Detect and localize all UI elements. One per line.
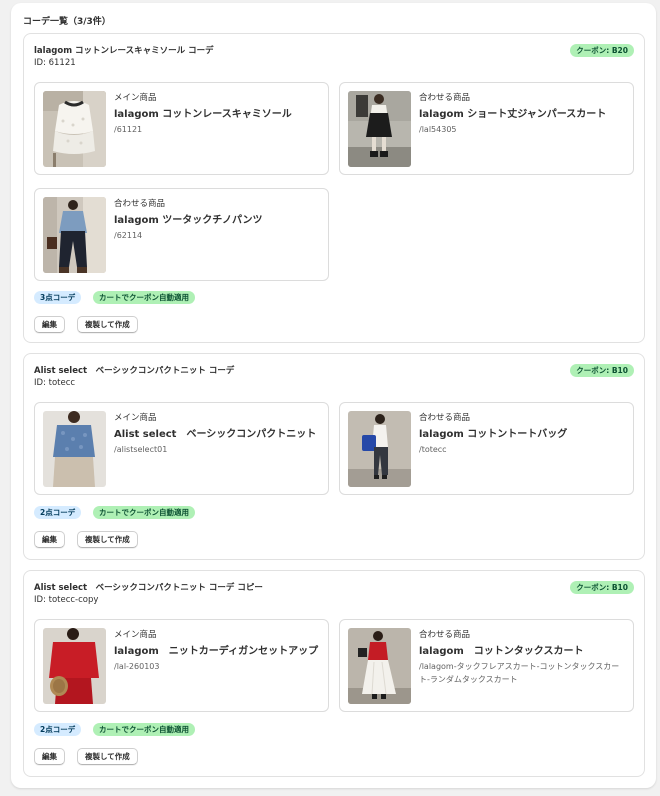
product-name: lalagom ニットカーディガンセットアップ	[114, 646, 319, 657]
duplicate-button[interactable]: 複製して作成	[77, 748, 138, 765]
coupon-auto-badge: カートでクーポン自動適用	[93, 723, 195, 736]
edit-button[interactable]: 編集	[34, 316, 65, 333]
duplicate-button[interactable]: 複製して作成	[77, 316, 138, 333]
product-handle: /61121	[114, 125, 143, 134]
product-role: 合わせる商品	[419, 93, 471, 103]
card-title: Alist select ベーシックコンパクトニット コーデ	[34, 366, 235, 376]
coordinate-card: Alist select ベーシックコンパクトニット コーデ コピー ID: t…	[23, 570, 645, 777]
product-card-pair[interactable]: 合わせる商品 lalagom コットントートバッグ /totecc	[339, 402, 634, 495]
item-count-badge: 2点コーデ	[34, 723, 82, 736]
card-id: ID: totecc-copy	[34, 595, 99, 605]
product-role: 合わせる商品	[419, 413, 471, 423]
product-role: メイン商品	[114, 93, 157, 103]
card-title: Alist select ベーシックコンパクトニット コーデ コピー	[34, 583, 263, 593]
product-name: lalagom コットントートバッグ	[419, 429, 568, 440]
coordinate-list-panel: コーデ一覧（3/3件） lalagom コットンレースキャミソール コーデ ID…	[11, 3, 656, 788]
card-title: lalagom コットンレースキャミソール コーデ	[34, 46, 214, 56]
product-handle: /lal54305	[419, 125, 457, 134]
product-name: lalagom コットンタックスカート	[419, 646, 584, 657]
product-role: メイン商品	[114, 413, 157, 423]
product-handle: /lal-260103	[114, 662, 160, 671]
coupon-badge: クーポン: B20	[570, 44, 634, 57]
card-id: ID: totecc	[34, 378, 76, 388]
coordinate-card: lalagom コットンレースキャミソール コーデ ID: 61121 クーポン…	[23, 33, 645, 343]
coupon-badge: クーポン: B10	[570, 581, 634, 594]
product-thumbnail	[348, 628, 411, 704]
product-role: メイン商品	[114, 630, 157, 640]
product-thumbnail	[348, 411, 411, 487]
card-id: ID: 61121	[34, 58, 76, 68]
product-name: lalagom コットンレースキャミソール	[114, 109, 292, 120]
product-name: lalagom ショート丈ジャンパースカート	[419, 109, 607, 120]
edit-button[interactable]: 編集	[34, 531, 65, 548]
product-card-main[interactable]: メイン商品 Alist select ベーシックコンパクトニット /alists…	[34, 402, 329, 495]
product-handle: /alistselect01	[114, 445, 168, 454]
product-name: Alist select ベーシックコンパクトニット	[114, 429, 317, 440]
product-card-main[interactable]: メイン商品 lalagom コットンレースキャミソール /61121	[34, 82, 329, 175]
product-card-pair[interactable]: 合わせる商品 lalagom ショート丈ジャンパースカート /lal54305	[339, 82, 634, 175]
edit-button[interactable]: 編集	[34, 748, 65, 765]
product-handle: /totecc	[419, 445, 447, 454]
item-count-badge: 3点コーデ	[34, 291, 82, 304]
coupon-auto-badge: カートでクーポン自動適用	[93, 291, 195, 304]
product-card-pair[interactable]: 合わせる商品 lalagom ツータックチノパンツ /62114	[34, 188, 329, 281]
product-thumbnail	[43, 91, 106, 167]
product-card-main[interactable]: メイン商品 lalagom ニットカーディガンセットアップ /lal-26010…	[34, 619, 329, 712]
item-count-badge: 2点コーデ	[34, 506, 82, 519]
product-thumbnail	[43, 411, 106, 487]
product-card-pair[interactable]: 合わせる商品 lalagom コットンタックスカート /lalagom-タックフ…	[339, 619, 634, 712]
product-role: 合わせる商品	[114, 199, 166, 209]
product-name: lalagom ツータックチノパンツ	[114, 215, 263, 226]
product-handle: /lalagom-タックフレアスカート-コットンタックスカート-ランダムタックス…	[419, 662, 620, 684]
product-thumbnail	[43, 197, 106, 273]
coordinate-card: Alist select ベーシックコンパクトニット コーデ ID: totec…	[23, 353, 645, 560]
coupon-auto-badge: カートでクーポン自動適用	[93, 506, 195, 519]
product-thumbnail	[348, 91, 411, 167]
coupon-badge: クーポン: B10	[570, 364, 634, 377]
product-thumbnail	[43, 628, 106, 704]
product-handle: /62114	[114, 231, 143, 240]
product-role: 合わせる商品	[419, 630, 471, 640]
duplicate-button[interactable]: 複製して作成	[77, 531, 138, 548]
list-title: コーデ一覧（3/3件）	[23, 17, 111, 27]
